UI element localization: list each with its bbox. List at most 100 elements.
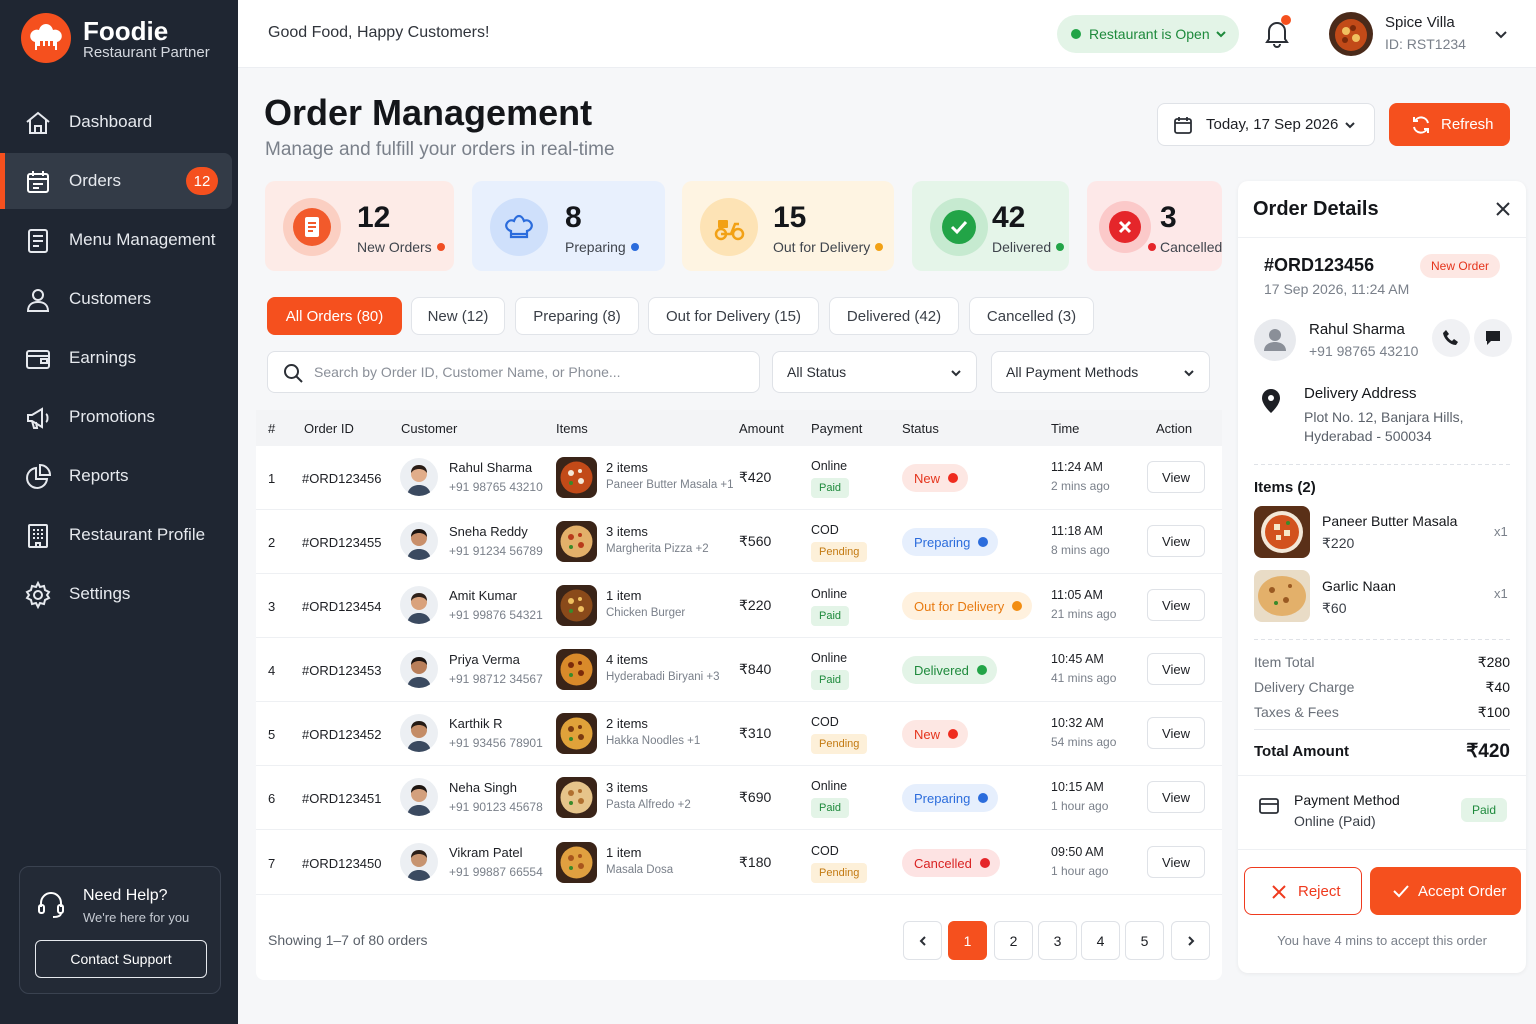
view-order-button[interactable]: View <box>1147 461 1205 493</box>
table-row[interactable]: 6 #ORD123451 Neha Singh +91 90123 45678 3 it… <box>256 766 1222 830</box>
stat-card-out-for-delivery[interactable]: 15 Out for Delivery <box>682 181 894 271</box>
reject-button[interactable]: Reject <box>1244 867 1362 915</box>
brand-logo[interactable]: Foodie Restaurant Partner <box>20 12 220 64</box>
sidebar-item-dashboard[interactable]: Dashboard <box>0 94 238 150</box>
stat-card-cancelled[interactable]: 3 Cancelled <box>1087 181 1222 271</box>
stat-label-text: Cancelled <box>1160 239 1223 255</box>
notification-dot <box>1281 15 1291 25</box>
payment-method-value: Online (Paid) <box>1294 813 1376 829</box>
page-button-2[interactable]: 2 <box>994 921 1033 960</box>
sidebar-item-customers[interactable]: Customers <box>0 271 238 327</box>
order-id[interactable]: #ORD123450 <box>302 856 382 871</box>
restaurant-status-label: Restaurant is Open <box>1089 26 1210 42</box>
customer-avatar <box>400 650 438 688</box>
order-id[interactable]: #ORD123452 <box>302 727 382 742</box>
table-row[interactable]: 7 #ORD123450 Vikram Patel +91 99887 66554 1 … <box>256 831 1222 895</box>
contact-support-button[interactable]: Contact Support <box>35 940 207 978</box>
next-page-button[interactable] <box>1171 921 1210 960</box>
date-picker[interactable]: Today, 17 Sep 2026 <box>1157 103 1375 146</box>
table-row[interactable]: 3 #ORD123454 Amit Kumar +91 99876 54321 1 it… <box>256 574 1222 638</box>
page-button-3[interactable]: 3 <box>1038 921 1077 960</box>
close-icon[interactable] <box>1494 200 1512 218</box>
order-time-ago: 21 mins ago <box>1051 607 1117 621</box>
order-time-ago: 2 mins ago <box>1051 479 1110 493</box>
order-id[interactable]: #ORD123451 <box>302 791 382 806</box>
stat-card-delivered[interactable]: 42 Delivered <box>912 181 1069 271</box>
payment-status-badge: Pending <box>811 863 868 883</box>
stat-card-new-orders[interactable]: 12 New Orders <box>265 181 454 271</box>
order-status-label: Preparing <box>914 790 971 806</box>
customer-phone: +91 93456 78901 <box>449 736 543 750</box>
table-row[interactable]: 5 #ORD123452 Karthik R +91 93456 78901 2 ite… <box>256 702 1222 766</box>
message-customer-button[interactable] <box>1474 319 1512 357</box>
chevron-down-icon[interactable] <box>1494 27 1508 41</box>
chevron-down-icon <box>1216 31 1226 38</box>
prev-page-button[interactable] <box>903 921 942 960</box>
status-filter-select[interactable]: All Status <box>772 351 977 393</box>
call-customer-button[interactable] <box>1432 319 1470 357</box>
row-number: 5 <box>268 727 276 742</box>
tab-cancelled[interactable]: Cancelled (3) <box>969 297 1094 335</box>
order-amount: ₹180 <box>739 854 772 870</box>
sidebar-item-settings[interactable]: Settings <box>0 566 238 622</box>
search-icon <box>284 364 303 383</box>
page-subtitle: Manage and fulfill your orders in real-t… <box>265 139 615 160</box>
view-order-button[interactable]: View <box>1147 846 1205 878</box>
table-row[interactable]: 1 #ORD123456 Rahul Sharma +91 98765 43210 2 … <box>256 446 1222 510</box>
column-header: Order ID <box>304 421 354 436</box>
restaurant-avatar[interactable] <box>1329 12 1373 56</box>
tab-delivered[interactable]: Delivered (42) <box>829 297 959 335</box>
customer-avatar <box>400 714 438 752</box>
view-order-button[interactable]: View <box>1147 653 1205 685</box>
stat-card-preparing[interactable]: 8 Preparing <box>472 181 665 271</box>
refresh-label: Refresh <box>1441 116 1494 133</box>
payment-method: COD <box>811 523 839 537</box>
tab-all-orders[interactable]: All Orders (80) <box>267 297 402 335</box>
order-id[interactable]: #ORD123454 <box>302 599 382 614</box>
date-label: Today, 17 Sep 2026 <box>1206 116 1339 133</box>
row-number: 1 <box>268 471 276 486</box>
page-button-4[interactable]: 4 <box>1081 921 1120 960</box>
sidebar-item-reports[interactable]: Reports <box>0 448 238 504</box>
order-id[interactable]: #ORD123453 <box>302 663 382 678</box>
stat-label: Cancelled <box>1148 239 1222 255</box>
status-dot <box>1071 29 1081 39</box>
table-row[interactable]: 4 #ORD123453 Priya Verma +91 98712 34567 4 i… <box>256 638 1222 702</box>
sidebar-item-promotions[interactable]: Promotions <box>0 389 238 445</box>
items-count: 3 items <box>606 524 648 539</box>
tab-preparing[interactable]: Preparing (8) <box>515 297 639 335</box>
page-button-5[interactable]: 5 <box>1125 921 1164 960</box>
order-id[interactable]: #ORD123455 <box>302 535 382 550</box>
status-dot <box>978 793 989 803</box>
sidebar-item-orders[interactable]: Orders 12 <box>0 153 232 209</box>
order-id[interactable]: #ORD123456 <box>302 471 382 486</box>
stat-label: Out for Delivery <box>773 239 884 255</box>
sidebar-nav: Dashboard Orders 12 Menu Management Cust… <box>0 94 238 625</box>
view-order-button[interactable]: View <box>1147 781 1205 813</box>
chef-hat-icon <box>505 214 533 239</box>
total-value: ₹420 <box>1466 741 1510 762</box>
pagination-summary: Showing 1–7 of 80 orders <box>268 932 428 948</box>
restaurant-status-dropdown[interactable]: Restaurant is Open <box>1057 15 1239 53</box>
food-thumbnail <box>556 713 597 754</box>
sidebar-item-earnings[interactable]: Earnings <box>0 330 238 386</box>
view-order-button[interactable]: View <box>1147 525 1205 557</box>
receipt-icon <box>293 208 331 246</box>
table-row[interactable]: 2 #ORD123455 Sneha Reddy +91 91234 56789 3 i… <box>256 510 1222 574</box>
sidebar-item-menu-management[interactable]: Menu Management <box>0 212 238 268</box>
tab-new[interactable]: New (12) <box>411 297 505 335</box>
payment-filter-select[interactable]: All Payment Methods <box>991 351 1210 393</box>
details-datetime: 17 Sep 2026, 11:24 AM <box>1264 281 1410 297</box>
user-icon <box>1264 329 1286 351</box>
calendar-icon <box>1174 117 1192 134</box>
sidebar-item-restaurant-profile[interactable]: Restaurant Profile <box>0 507 238 563</box>
item-price: ₹60 <box>1322 600 1347 616</box>
view-order-button[interactable]: View <box>1147 717 1205 749</box>
tab-out-for-delivery[interactable]: Out for Delivery (15) <box>648 297 819 335</box>
refresh-button[interactable]: Refresh <box>1389 103 1510 146</box>
search-input[interactable] <box>314 352 754 392</box>
accept-order-button[interactable]: Accept Order <box>1370 867 1521 915</box>
page-button-1[interactable]: 1 <box>948 921 987 960</box>
customer-phone: +91 98765 43210 <box>1309 343 1419 359</box>
view-order-button[interactable]: View <box>1147 589 1205 621</box>
